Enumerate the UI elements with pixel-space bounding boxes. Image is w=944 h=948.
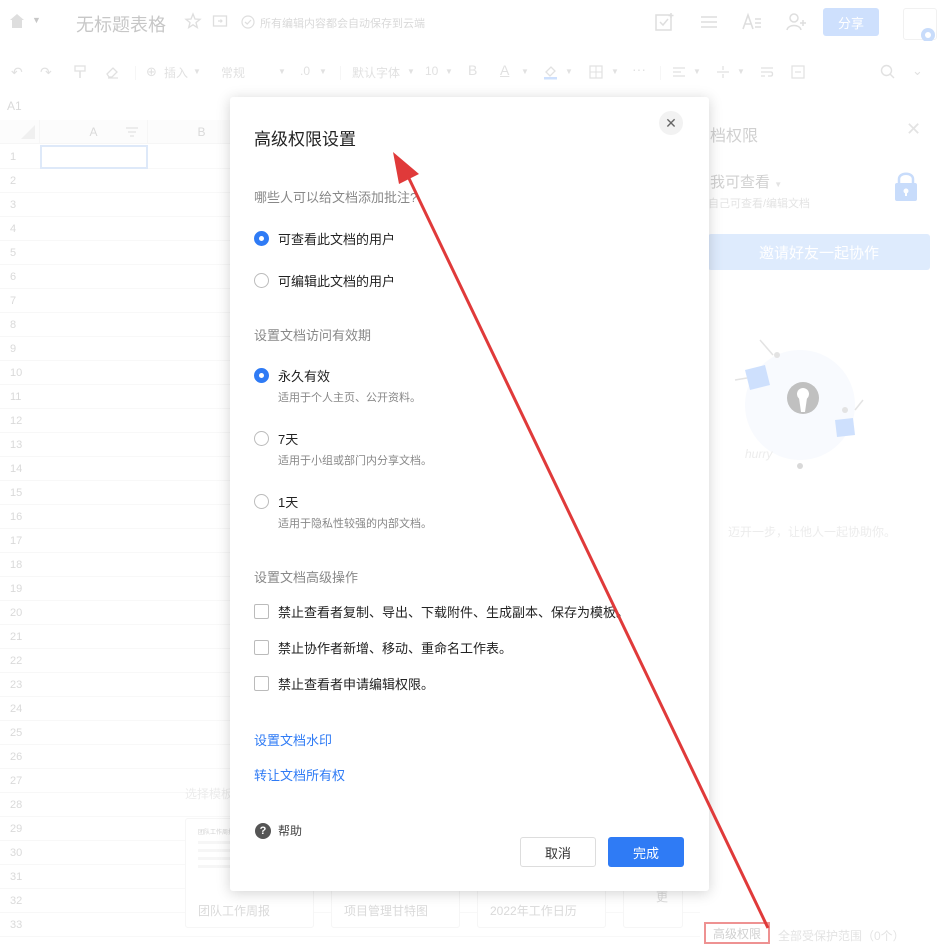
radio-label: 可编辑此文档的用户 [278, 274, 396, 289]
comment-option-editors[interactable]: 可编辑此文档的用户 [254, 271, 395, 290]
comment-option-viewers[interactable]: 可查看此文档的用户 [254, 229, 395, 248]
option-block-copy-export[interactable]: 禁止查看者复制、导出、下载附件、生成副本、保存为模板。 [254, 602, 629, 621]
comment-section-label: 哪些人可以给文档添加批注? [254, 190, 418, 205]
cancel-button[interactable]: 取消 [520, 837, 596, 867]
radio-label: 永久有效 [278, 369, 331, 384]
radio-description: 适用于个人主页、公开资料。 [278, 392, 421, 404]
transfer-ownership-link[interactable]: 转让文档所有权 [254, 765, 345, 784]
checkbox[interactable] [254, 676, 269, 691]
checkbox-label: 禁止查看者复制、导出、下载附件、生成副本、保存为模板。 [278, 605, 630, 620]
help-link[interactable]: ? 帮助 [255, 822, 302, 839]
checkbox-label: 禁止协作者新增、移动、重命名工作表。 [278, 641, 513, 656]
radio-button[interactable] [254, 231, 269, 246]
checkbox-label: 禁止查看者申请编辑权限。 [278, 677, 435, 692]
radio-button[interactable] [254, 494, 269, 509]
watermark-link[interactable]: 设置文档水印 [254, 730, 332, 749]
radio-description: 适用于隐私性较强的内部文档。 [278, 518, 432, 530]
validity-option-permanent[interactable]: 永久有效 [254, 366, 330, 385]
advanced-permission-dialog: 高级权限设置 ✕ 哪些人可以给文档添加批注? 可查看此文档的用户 可编辑此文档的… [230, 97, 709, 891]
help-label: 帮助 [278, 824, 303, 838]
radio-button[interactable] [254, 368, 269, 383]
radio-button[interactable] [254, 431, 269, 446]
checkbox[interactable] [254, 604, 269, 619]
checkbox[interactable] [254, 640, 269, 655]
close-icon: ✕ [665, 114, 677, 131]
validity-section-label: 设置文档访问有效期 [254, 328, 372, 343]
radio-label: 1天 [278, 495, 299, 510]
option-block-sheet-edit[interactable]: 禁止协作者新增、移动、重命名工作表。 [254, 638, 512, 657]
done-button[interactable]: 完成 [608, 837, 684, 867]
advanced-section-label: 设置文档高级操作 [254, 570, 359, 585]
radio-description: 适用于小组或部门内分享文档。 [278, 455, 432, 467]
radio-label: 7天 [278, 432, 299, 447]
dialog-title: 高级权限设置 [254, 130, 356, 149]
help-icon: ? [255, 822, 271, 839]
close-button[interactable]: ✕ [659, 111, 683, 135]
radio-button[interactable] [254, 273, 269, 288]
radio-label: 可查看此文档的用户 [278, 232, 396, 247]
validity-option-1day[interactable]: 1天 [254, 492, 298, 511]
option-block-edit-request[interactable]: 禁止查看者申请编辑权限。 [254, 674, 434, 693]
validity-option-7days[interactable]: 7天 [254, 429, 298, 448]
